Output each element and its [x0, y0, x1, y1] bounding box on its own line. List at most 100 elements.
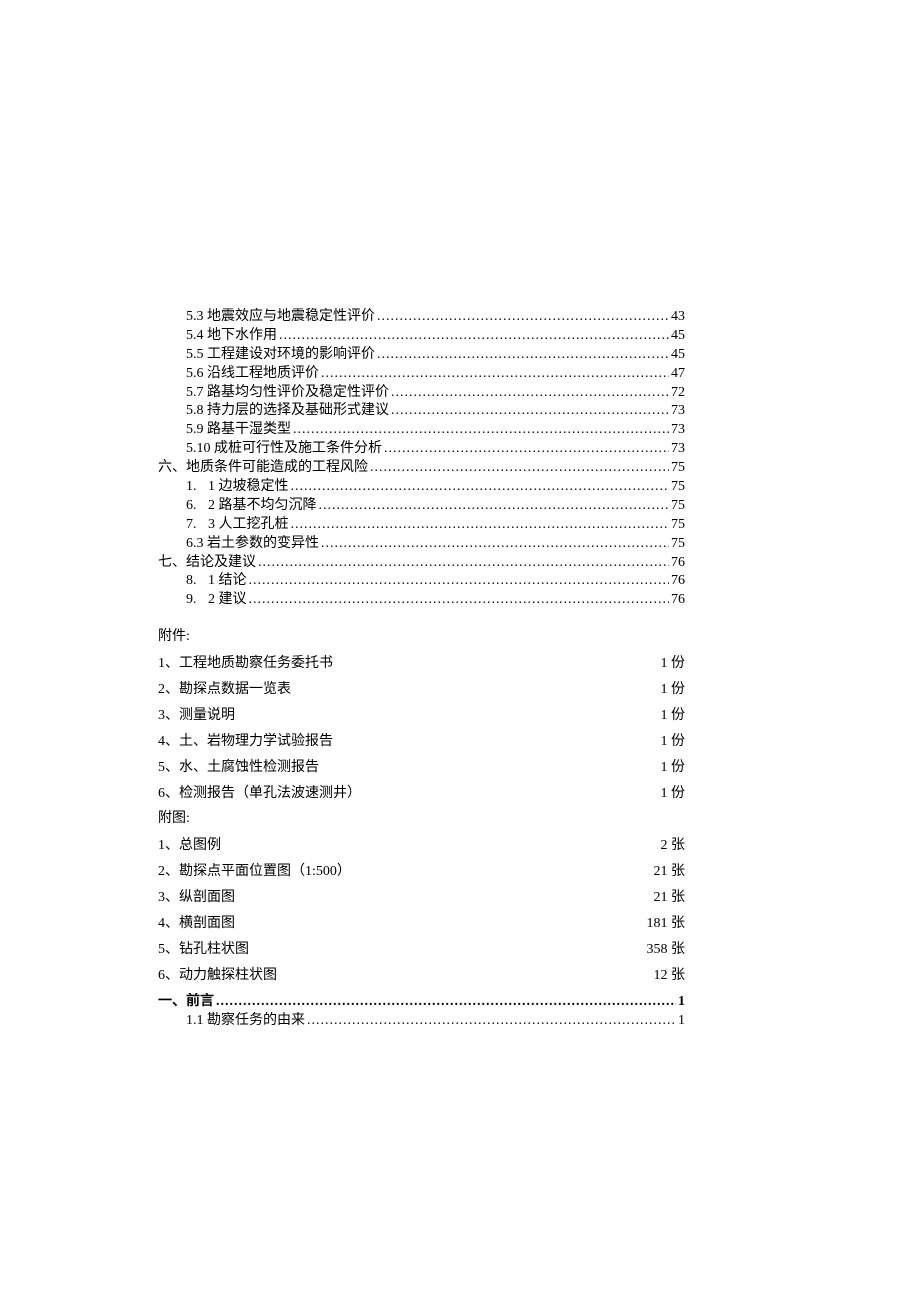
attachment-label: 4、横剖面图: [158, 915, 625, 934]
toc-entry: 5.6 沿线工程地质评价 47: [186, 365, 685, 384]
toc-entry-label: 7.3 人工挖孔桩: [186, 516, 289, 535]
toc-entry-label: 5.9 路基干湿类型: [186, 421, 291, 440]
toc-entry-page: 76: [671, 554, 685, 573]
toc-leader-dots: [321, 365, 669, 384]
attachment-quantity: 21 张: [625, 863, 685, 882]
attachment-label: 2、勘探点平面位置图（1:500）: [158, 863, 625, 882]
toc-leader-dots: [258, 554, 669, 573]
toc-leader-dots: [249, 572, 670, 591]
toc-entry-text: 1 边坡稳定性: [208, 479, 289, 494]
toc-entry-page: 45: [671, 327, 685, 346]
toc-entry-label: 5.10 成桩可行性及施工条件分析: [186, 440, 382, 459]
attachment-quantity: 1 份: [625, 707, 685, 726]
toc-entry-text: 3 人工挖孔桩: [208, 517, 289, 532]
attachment-quantity: 1 份: [625, 733, 685, 752]
attachment-quantity: 1 份: [625, 655, 685, 674]
toc-entry: 1.1 边坡稳定性 75: [186, 478, 685, 497]
attachment-quantity: 181 张: [625, 915, 685, 934]
attachments-list-2: 1、总图例2 张2、勘探点平面位置图（1:500）21 张3、纵剖面图21 张4…: [158, 837, 685, 985]
attachment-label: 3、纵剖面图: [158, 889, 625, 908]
attachment-entry: 1、总图例2 张: [158, 837, 685, 856]
toc-entry: 5.9 路基干湿类型 73: [186, 421, 685, 440]
toc-leader-dots: [249, 591, 670, 610]
attachment-label: 4、土、岩物理力学试验报告: [158, 733, 625, 752]
toc-entry: 5.8 持力层的选择及基础形式建议 73: [186, 402, 685, 421]
attachments-section: 附件: 1、工程地质勘察任务委托书1 份2、勘探点数据一览表1 份3、测量说明1…: [158, 628, 685, 985]
toc-entry-label: 5.8 持力层的选择及基础形式建议: [186, 402, 389, 421]
toc-entry-label: 9.2 建议: [186, 591, 247, 610]
attachment-quantity: 21 张: [625, 889, 685, 908]
toc-leader-dots: [377, 308, 669, 327]
toc-entry-page: 75: [671, 535, 685, 554]
toc-leader-dots: [293, 421, 669, 440]
attachment-label: 5、钻孔柱状图: [158, 941, 625, 960]
toc-leader-dots: [391, 402, 669, 421]
attachments-heading-1: 附件:: [158, 628, 685, 647]
toc-entry-label: 6.2 路基不均匀沉降: [186, 497, 317, 516]
toc-entry: 1.1 勘察任务的由来1: [186, 1012, 685, 1031]
toc-entry-prefix: 7.: [186, 516, 208, 535]
toc-entry-page: 47: [671, 365, 685, 384]
toc-leader-dots: [291, 516, 670, 535]
toc-leader-dots: [291, 478, 670, 497]
attachment-label: 1、工程地质勘察任务委托书: [158, 655, 625, 674]
toc-entry: 5.5 工程建设对环境的影响评价45: [186, 346, 685, 365]
attachment-label: 2、勘探点数据一览表: [158, 681, 625, 700]
attachment-entry: 2、勘探点数据一览表1 份: [158, 681, 685, 700]
attachment-quantity: 1 份: [625, 785, 685, 804]
toc-leader-dots: [307, 1012, 676, 1031]
toc-entry-label: 6.3 岩土参数的变异性: [186, 535, 319, 554]
attachment-entry: 1、工程地质勘察任务委托书1 份: [158, 655, 685, 674]
toc-entry-page: 72: [671, 384, 685, 403]
attachment-entry: 4、土、岩物理力学试验报告1 份: [158, 733, 685, 752]
toc-entry-page: 75: [671, 516, 685, 535]
toc-entry-page: 75: [671, 497, 685, 516]
toc-entry-text: 2 建议: [208, 592, 247, 607]
attachment-quantity: 12 张: [625, 967, 685, 986]
toc-entry-label: 5.6 沿线工程地质评价: [186, 365, 319, 384]
attachments-heading-2: 附图:: [158, 810, 685, 829]
toc-entry: 7.3 人工挖孔桩 75: [186, 516, 685, 535]
toc-entry-prefix: 9.: [186, 591, 208, 610]
attachment-entry: 5、钻孔柱状图358 张: [158, 941, 685, 960]
toc-leader-dots: [391, 384, 669, 403]
attachment-quantity: 1 份: [625, 681, 685, 700]
toc-entry-page: 76: [671, 572, 685, 591]
toc-entry: 一、前言1: [158, 993, 685, 1012]
attachment-entry: 3、纵剖面图21 张: [158, 889, 685, 908]
toc-entry-label: 8.1 结论: [186, 572, 247, 591]
toc-entry-page: 43: [671, 308, 685, 327]
toc-entry-page: 76: [671, 591, 685, 610]
toc-leader-dots: [319, 497, 670, 516]
attachment-entry: 2、勘探点平面位置图（1:500）21 张: [158, 863, 685, 882]
toc-leader-dots: [370, 459, 669, 478]
attachment-label: 5、水、土腐蚀性检测报告: [158, 759, 625, 778]
attachment-quantity: 1 份: [625, 759, 685, 778]
toc-entry: 6.2 路基不均匀沉降 75: [186, 497, 685, 516]
attachments-list-1: 1、工程地质勘察任务委托书1 份2、勘探点数据一览表1 份3、测量说明1 份4、…: [158, 655, 685, 803]
toc-section-upper: 5.3 地震效应与地震稳定性评价435.4 地下水作用455.5 工程建设对环境…: [158, 308, 685, 610]
toc-entry-page: 45: [671, 346, 685, 365]
toc-leader-dots: [279, 327, 669, 346]
toc-entry-page: 73: [671, 421, 685, 440]
attachment-label: 6、动力触探柱状图: [158, 967, 625, 986]
toc-entry-label: 5.3 地震效应与地震稳定性评价: [186, 308, 375, 327]
toc-entry-page: 73: [671, 402, 685, 421]
toc-entry: 5.10 成桩可行性及施工条件分析 73: [186, 440, 685, 459]
toc-leader-dots: [216, 993, 676, 1012]
toc-entry: 5.7 路基均匀性评价及稳定性评价72: [186, 384, 685, 403]
toc-entry-prefix: 6.: [186, 497, 208, 516]
toc-entry-page: 73: [671, 440, 685, 459]
toc-entry-page: 75: [671, 478, 685, 497]
toc-entry-text: 1 结论: [208, 573, 247, 588]
toc-entry-label: 六、地质条件可能造成的工程风险: [158, 459, 368, 478]
toc-entry-prefix: 8.: [186, 572, 208, 591]
toc-entry: 六、地质条件可能造成的工程风险75: [158, 459, 685, 478]
toc-entry-label: 一、前言: [158, 993, 214, 1012]
attachment-quantity: 358 张: [625, 941, 685, 960]
toc-entry-text: 2 路基不均匀沉降: [208, 498, 317, 513]
attachment-label: 3、测量说明: [158, 707, 625, 726]
attachment-entry: 6、动力触探柱状图12 张: [158, 967, 685, 986]
toc-entry-prefix: 1.: [186, 478, 208, 497]
attachment-entry: 4、横剖面图181 张: [158, 915, 685, 934]
